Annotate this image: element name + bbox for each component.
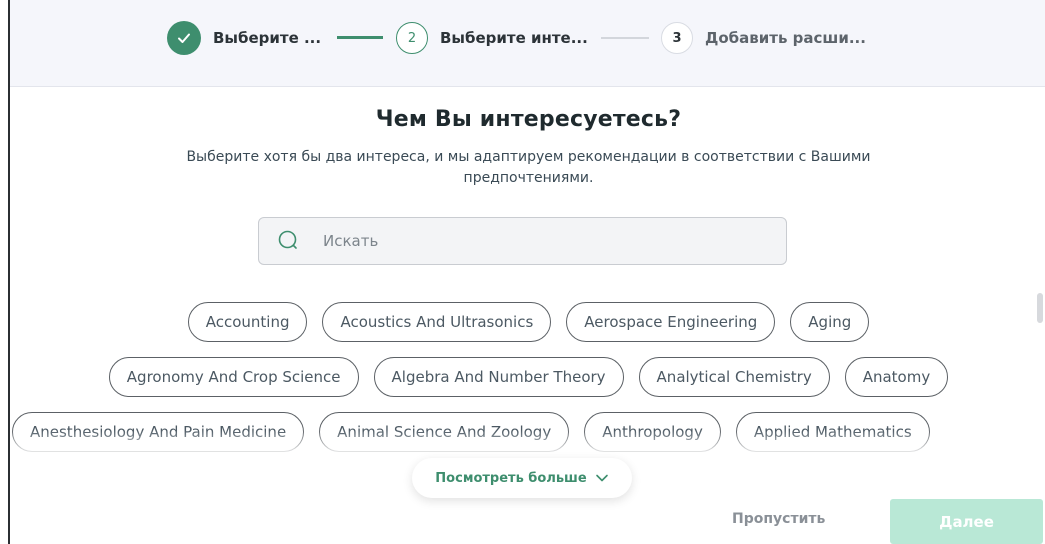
interest-chip[interactable]: Acoustics And Ultrasonics bbox=[322, 302, 552, 342]
step-2-number: 2 bbox=[396, 22, 428, 54]
stepper: Выберите ... 2 Выберите инте... 3 Добави… bbox=[10, 0, 1045, 87]
step-1-label: Выберите ... bbox=[213, 29, 322, 47]
step-3-label: Добавить расши... bbox=[705, 29, 866, 47]
search-box[interactable] bbox=[258, 217, 787, 265]
step-1[interactable]: Выберите ... bbox=[167, 20, 321, 56]
step-3-number: 3 bbox=[661, 22, 693, 54]
interest-chip[interactable]: Agronomy And Crop Science bbox=[108, 357, 359, 397]
step-2-label: Выберите инте... bbox=[440, 29, 588, 47]
interest-chip[interactable]: Analytical Chemistry bbox=[638, 357, 830, 397]
skip-button[interactable]: Пропустить bbox=[732, 511, 825, 527]
interest-chip[interactable]: Aging bbox=[790, 302, 870, 342]
chip-row: Accounting Acoustics And Ultrasonics Aer… bbox=[10, 302, 1045, 342]
interest-chip[interactable]: Anatomy bbox=[844, 357, 949, 397]
chip-row: Agronomy And Crop Science Algebra And Nu… bbox=[10, 357, 1045, 397]
search-input[interactable] bbox=[323, 232, 763, 250]
interest-chip[interactable]: Aerospace Engineering bbox=[566, 302, 776, 342]
page-subtitle: Выберите хотя бы два интереса, и мы адап… bbox=[186, 149, 871, 186]
step-connector-complete bbox=[337, 36, 383, 39]
onboarding-panel: Выберите ... 2 Выберите инте... 3 Добави… bbox=[8, 0, 1045, 544]
next-button[interactable]: Далее bbox=[890, 499, 1043, 544]
step-2[interactable]: 2 Выберите инте... bbox=[396, 20, 588, 56]
page-title: Чем Вы интересуетесь? bbox=[375, 107, 682, 132]
step-connector-pending bbox=[601, 37, 649, 39]
chevron-down-icon bbox=[595, 471, 609, 485]
interest-chip[interactable]: Accounting bbox=[187, 302, 308, 342]
check-icon bbox=[167, 21, 201, 55]
search-icon bbox=[277, 229, 301, 253]
chips-fade-overlay bbox=[10, 430, 1045, 455]
see-more-button[interactable]: Посмотреть больше bbox=[412, 458, 632, 498]
step-3[interactable]: 3 Добавить расши... bbox=[661, 20, 866, 56]
scrollbar-thumb[interactable] bbox=[1037, 293, 1043, 323]
interest-chip[interactable]: Algebra And Number Theory bbox=[373, 357, 624, 397]
see-more-label: Посмотреть больше bbox=[435, 470, 587, 486]
